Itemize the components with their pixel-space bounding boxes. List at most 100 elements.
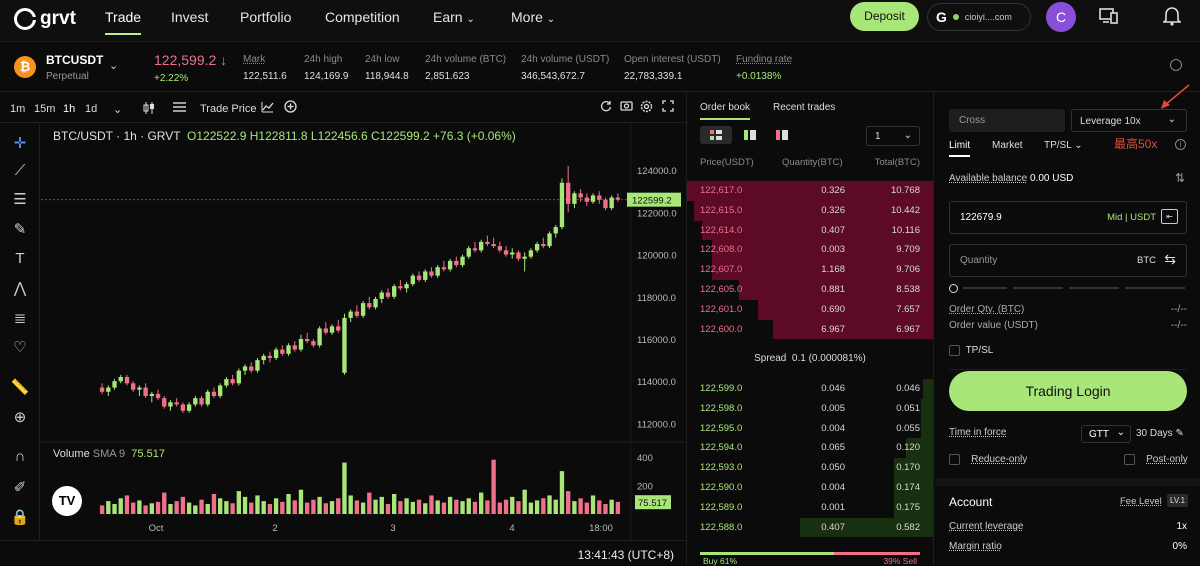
chevron-down-icon[interactable]: ⌄ [113,103,122,116]
interval-1m[interactable]: 1m [10,103,25,115]
nav-portfolio[interactable]: Portfolio [240,9,291,33]
margin-mode-select[interactable]: Cross [949,109,1065,132]
ask-row[interactable]: 122,608.0 0.003 9.709 [687,240,933,261]
add-indicator-icon[interactable] [284,100,297,116]
horizontal-lines-icon[interactable]: ☰ [10,190,30,210]
tab-tpsl[interactable]: TP/SL ⌄ [1044,140,1083,151]
bid-row[interactable]: 122,589.0 0.001 0.175 [687,497,933,518]
candle-body [99,387,105,392]
trend-line-icon[interactable]: ⟋ [10,162,30,182]
ask-row[interactable]: 122,605.0 0.881 8.538 [687,280,933,300]
quantity-input[interactable]: Quantity BTC ⇆ [949,244,1187,277]
deposit-button[interactable]: Deposit [850,2,919,31]
trading-login-button[interactable]: Trading Login [949,371,1187,411]
view-bids-icon[interactable] [740,126,762,144]
pattern-icon[interactable]: ⋀ [10,279,30,299]
fee-level-label[interactable]: Fee Level [1120,496,1162,507]
view-asks-icon[interactable] [772,126,794,144]
price-input[interactable]: 122679.9 Mid | USDT ⇤ [949,201,1187,234]
refresh-icon[interactable] [600,100,612,115]
ask-row[interactable]: 122,614.0 0.407 10.116 [687,220,933,241]
tif-days[interactable]: 30 Days ✎ [1136,428,1184,439]
brush-icon[interactable]: ✎ [10,220,30,240]
ruler-icon[interactable]: 📏 [10,378,30,398]
ask-row[interactable]: 122,607.0 1.168 9.706 [687,260,933,280]
indicators-list-icon[interactable] [173,101,186,116]
avatar[interactable]: C [1046,2,1076,32]
bid-row[interactable]: 122,598.0 0.005 0.051 [687,398,933,419]
tif-select[interactable]: GTT ⌄ [1081,425,1131,443]
utc-clock[interactable]: 13:41:43 (UTC+8) [578,548,674,562]
ob-header-total: Total(BTC) [874,157,920,168]
price-suffix[interactable]: Mid | USDT [1107,212,1156,223]
nav-trade[interactable]: Trade [105,9,142,35]
nav-earn[interactable]: Earn ⌄ [433,9,475,33]
mid-price-icon[interactable]: ⇤ [1161,209,1178,224]
bid-row[interactable]: 122,590.0 0.004 0.174 [687,478,933,498]
bid-row[interactable]: 122,594.0 0.065 0.120 [687,438,933,459]
bid-row[interactable]: 122,588.0 0.407 0.582 [687,517,933,538]
lock-icon[interactable]: 🔒 [10,508,30,528]
ask-row[interactable]: 122,600.0 6.967 6.967 [687,319,933,340]
bid-row[interactable]: 122,593.0 0.050 0.170 [687,458,933,478]
reduce-only-checkbox[interactable]: Reduce-only [949,454,1027,465]
bell-icon[interactable] [1162,6,1182,31]
tpsl-checkbox[interactable]: TP/SL [949,345,993,356]
swap-unit-icon[interactable]: ⇆ [1164,251,1176,268]
candles-icon[interactable] [143,101,155,118]
transfer-icon[interactable]: ⇅ [1175,171,1185,185]
symbol-name[interactable]: BTCUSDT [46,53,103,67]
text-tool-icon[interactable]: T [10,250,30,270]
nav-more[interactable]: More ⌄ [511,9,555,33]
tab-recent-trades[interactable]: Recent trades [773,102,835,113]
interval-15m[interactable]: 15m [34,103,55,115]
devices-icon[interactable] [1099,7,1119,30]
leverage-select[interactable]: Leverage 10x ⌄ [1071,109,1187,132]
view-both-icon[interactable] [700,126,732,144]
grvt-logo[interactable]: grvt [14,8,76,30]
ask-row[interactable]: 122,615.0 0.326 10.442 [687,200,933,221]
tab-limit[interactable]: Limit [949,140,971,157]
trade-price-selector[interactable]: Trade Price [200,103,256,115]
quantity-slider[interactable] [949,284,1187,293]
volume-bar [404,498,409,514]
tab-order-book[interactable]: Order book [700,102,751,120]
bid-price: 122,595.0 [700,422,743,434]
nav-invest[interactable]: Invest [171,9,208,33]
interval-1d[interactable]: 1d [85,103,97,115]
settings-icon[interactable] [1170,59,1182,71]
slider-handle[interactable] [949,284,958,293]
magnet-icon[interactable]: ∩ [10,448,30,468]
bid-quantity: 0.050 [821,462,845,474]
candle-body [497,246,502,251]
chart-settings-icon[interactable] [640,100,653,116]
zoom-in-icon[interactable]: ⊕ [10,408,30,428]
price-chart[interactable]: 124000.0 122000.0 120000.0 118000.0 116000.0… [41,124,686,540]
tradingview-logo-icon[interactable]: TV [52,486,82,516]
post-only-checkbox[interactable]: Post-only [1124,454,1188,465]
candle-body [510,252,515,255]
candle-body [211,391,217,396]
stat-vol-btc-value: 2,851.623 [425,71,470,82]
tab-market[interactable]: Market [992,140,1023,151]
volume-bar [137,500,142,514]
bid-row[interactable]: 122,595.0 0.004 0.055 [687,418,933,439]
fullscreen-icon[interactable] [662,100,674,115]
candle-body [218,385,223,396]
crosshair-icon[interactable]: ✛ [10,134,30,154]
price-step-select[interactable]: 1 ⌄ [866,126,920,146]
fib-icon[interactable]: ≣ [10,309,30,329]
ask-row[interactable]: 122,617.0 0.326 10.768 [687,181,933,201]
drawing-mode-icon[interactable]: ✐ [10,478,30,498]
ask-row[interactable]: 122,601.0 0.690 7.657 [687,299,933,320]
chevron-down-icon[interactable]: ⌄ [109,59,118,72]
nav-competition[interactable]: Competition [325,9,400,33]
favorite-heart-icon[interactable]: ♡ [10,338,30,358]
interval-1h[interactable]: 1h [63,103,75,115]
camera-icon[interactable] [620,100,633,114]
wallet-button[interactable]: G cioiyi....com [927,3,1031,31]
bid-row[interactable]: 122,599.0 0.046 0.046 [687,379,933,399]
quantity-unit[interactable]: BTC [1137,255,1156,266]
line-chart-icon[interactable] [261,101,274,116]
info-icon[interactable]: i [1175,139,1186,150]
